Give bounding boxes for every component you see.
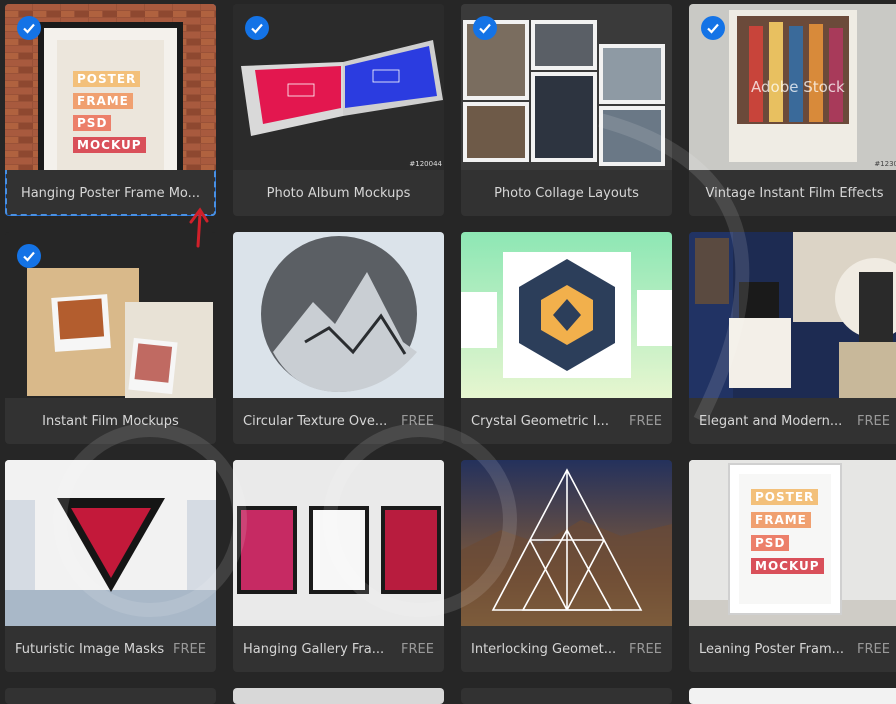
stock-id: #1230 <box>874 160 896 168</box>
checkmark-icon[interactable] <box>245 16 269 40</box>
template-title: Hanging Poster Frame Mo... <box>20 185 201 201</box>
free-badge: FREE <box>857 413 890 429</box>
template-card-partial[interactable] <box>689 688 896 704</box>
template-thumbnail: POSTER FRAME PSD MOCKUP <box>689 460 896 626</box>
poster-line: PSD <box>73 115 112 131</box>
template-title: Photo Album Mockups <box>266 185 411 201</box>
template-footer: Futuristic Image Masks FREE <box>5 626 216 672</box>
free-badge: FREE <box>401 641 434 657</box>
template-thumbnail <box>233 460 444 626</box>
template-title: Photo Collage Layouts <box>494 185 639 201</box>
free-badge: FREE <box>629 641 662 657</box>
poster-line: POSTER <box>751 489 819 505</box>
template-footer: Leaning Poster Fram... FREE <box>689 626 896 672</box>
template-card[interactable]: Instant Film Mockups <box>5 232 216 444</box>
template-card-partial[interactable] <box>5 688 216 704</box>
poster-line: MOCKUP <box>73 137 146 153</box>
checkmark-icon[interactable] <box>701 16 725 40</box>
poster-line: FRAME <box>73 93 133 109</box>
template-footer: Photo Collage Layouts <box>461 170 672 216</box>
template-thumbnail <box>5 460 216 626</box>
template-card[interactable]: Photo Collage Layouts <box>461 4 672 216</box>
template-footer: Vintage Instant Film Effects <box>689 170 896 216</box>
poster-line: MOCKUP <box>751 558 824 574</box>
template-card[interactable]: Hanging Gallery Fra... FREE <box>233 460 444 672</box>
template-title: Vintage Instant Film Effects <box>705 185 884 201</box>
template-title: Futuristic Image Masks <box>15 641 165 657</box>
template-card[interactable]: Futuristic Image Masks FREE <box>5 460 216 672</box>
stock-id: #120044 <box>409 160 442 168</box>
template-title: Instant Film Mockups <box>42 413 179 429</box>
template-card[interactable]: Interlocking Geomet... FREE <box>461 460 672 672</box>
template-thumbnail <box>461 460 672 626</box>
template-card-partial[interactable] <box>461 688 672 704</box>
template-card[interactable]: #120044 Photo Album Mockups <box>233 4 444 216</box>
template-title: Interlocking Geomet... <box>471 641 617 657</box>
template-thumbnail <box>461 232 672 398</box>
watermark-text: Adobe Stock <box>751 78 845 96</box>
template-title: Circular Texture Ove... <box>243 413 388 429</box>
checkmark-icon[interactable] <box>17 16 41 40</box>
free-badge: FREE <box>401 413 434 429</box>
template-card[interactable]: Crystal Geometric I... FREE <box>461 232 672 444</box>
template-footer: Hanging Gallery Fra... FREE <box>233 626 444 672</box>
checkmark-icon[interactable] <box>473 16 497 40</box>
free-badge: FREE <box>629 413 662 429</box>
template-footer: Elegant and Modern... FREE <box>689 398 896 444</box>
template-thumbnail <box>233 232 444 398</box>
poster-line: FRAME <box>751 512 811 528</box>
template-card-partial[interactable] <box>233 688 444 704</box>
template-title: Crystal Geometric I... <box>471 413 609 429</box>
poster-line: POSTER <box>73 71 141 87</box>
template-card[interactable]: Elegant and Modern... FREE <box>689 232 896 444</box>
checkmark-icon[interactable] <box>17 244 41 268</box>
template-footer: Instant Film Mockups <box>5 398 216 444</box>
template-card[interactable]: POSTER FRAME PSD MOCKUP Hanging Poster F… <box>5 4 216 216</box>
template-footer: Interlocking Geomet... FREE <box>461 626 672 672</box>
template-footer: Photo Album Mockups <box>233 170 444 216</box>
free-badge: FREE <box>173 641 206 657</box>
template-footer: Circular Texture Ove... FREE <box>233 398 444 444</box>
template-title: Hanging Gallery Fra... <box>243 641 385 657</box>
template-card[interactable]: Adobe Stock #1230 Vintage Instant Film E… <box>689 4 896 216</box>
template-grid: POSTER FRAME PSD MOCKUP Hanging Poster F… <box>0 0 896 704</box>
template-card[interactable]: Circular Texture Ove... FREE <box>233 232 444 444</box>
poster-line: PSD <box>751 535 790 551</box>
template-title: Elegant and Modern... <box>699 413 843 429</box>
template-thumbnail <box>689 232 896 398</box>
template-title: Leaning Poster Fram... <box>699 641 845 657</box>
annotation-arrow-icon <box>189 207 209 248</box>
free-badge: FREE <box>857 641 890 657</box>
template-footer: Crystal Geometric I... FREE <box>461 398 672 444</box>
template-card[interactable]: POSTER FRAME PSD MOCKUP Leaning Poster F… <box>689 460 896 672</box>
